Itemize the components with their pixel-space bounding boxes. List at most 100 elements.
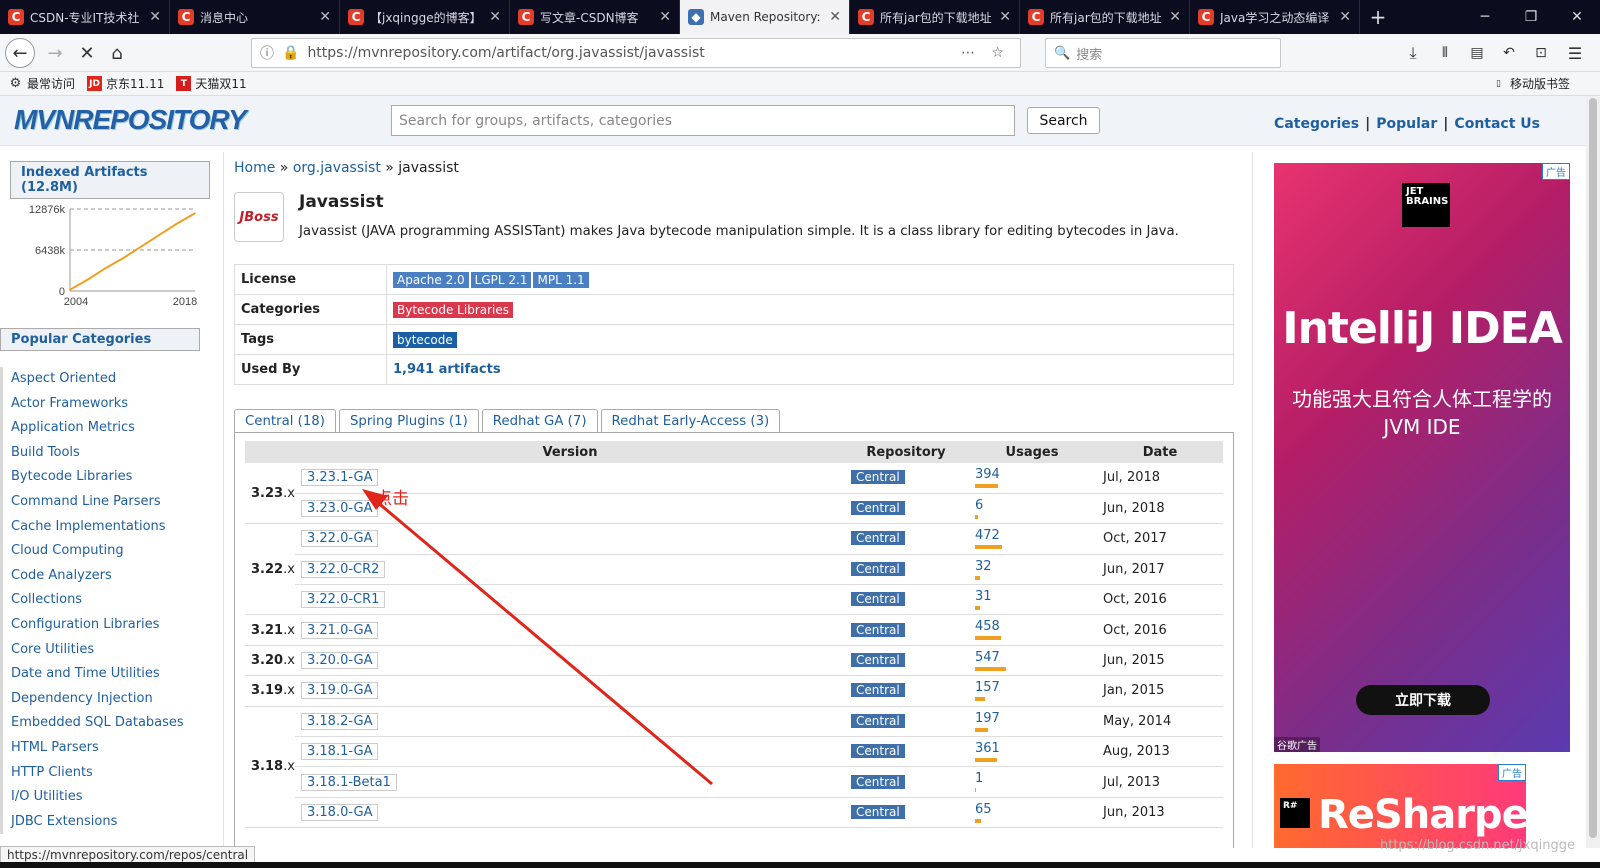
close-icon[interactable]: ✕: [659, 9, 671, 25]
new-tab-button[interactable]: +: [1360, 0, 1396, 34]
close-icon[interactable]: ✕: [829, 9, 841, 25]
version-link[interactable]: 3.23.1-GA: [301, 469, 379, 487]
categories-link[interactable]: Categories: [1274, 116, 1359, 132]
screenshot-icon[interactable]: ⊡: [1526, 38, 1556, 68]
version-link[interactable]: 3.18.2-GA: [301, 712, 379, 730]
site-search-input[interactable]: Search for groups, artifacts, categories: [391, 105, 1015, 136]
license-badge[interactable]: Apache 2.0: [393, 271, 469, 288]
usages-link[interactable]: 458: [975, 619, 1000, 634]
category-link[interactable]: HTML Parsers: [11, 736, 200, 761]
contact-us-link[interactable]: Contact Us: [1454, 116, 1540, 132]
usages-link[interactable]: 65: [975, 802, 992, 817]
restore-icon[interactable]: ❐: [1508, 0, 1554, 34]
browser-tab[interactable]: C 所有jar包的下载地址 ✕: [850, 0, 1020, 34]
browser-tab[interactable]: C 写文章-CSDN博客 ✕: [510, 0, 680, 34]
close-icon[interactable]: ✕: [999, 9, 1011, 25]
category-link[interactable]: HTTP Clients: [11, 761, 200, 786]
repo-tab[interactable]: Central (18): [234, 409, 336, 433]
version-link[interactable]: 3.19.0-GA: [301, 682, 379, 700]
repository-badge[interactable]: Central: [851, 804, 905, 819]
site-logo[interactable]: MVNREPOSITORY: [14, 104, 247, 136]
usedby-link[interactable]: 1,941 artifacts: [393, 362, 501, 377]
category-badge[interactable]: Bytecode Libraries: [393, 301, 514, 318]
bookmark-tmall[interactable]: T 天猫双11: [176, 75, 247, 92]
home-button[interactable]: ⌂: [102, 38, 132, 68]
repository-badge[interactable]: Central: [851, 622, 905, 637]
repository-badge[interactable]: Central: [851, 774, 905, 789]
category-link[interactable]: Cloud Computing: [11, 539, 200, 564]
page-actions-icon[interactable]: ⋯ ☆: [961, 45, 1010, 61]
browser-search-input[interactable]: 🔍 搜索: [1045, 38, 1281, 68]
browser-tab[interactable]: C Java学习之动态编译 ✕: [1190, 0, 1360, 34]
browser-tab[interactable]: C CSDN-专业IT技术社 ✕: [0, 0, 170, 34]
repo-tab[interactable]: Spring Plugins (1): [338, 409, 479, 433]
minimize-icon[interactable]: ─: [1462, 0, 1508, 34]
close-icon[interactable]: ✕: [1169, 9, 1181, 25]
category-link[interactable]: I/O Utilities: [11, 785, 200, 810]
tag-badge[interactable]: bytecode: [393, 331, 457, 348]
url-bar[interactable]: ⓘ 🔒 https://mvnrepository.com/artifact/o…: [251, 38, 1021, 68]
version-link[interactable]: 3.23.0-GA: [301, 500, 379, 518]
version-link[interactable]: 3.18.1-Beta1: [301, 773, 397, 791]
category-link[interactable]: JDBC Extensions: [11, 810, 200, 835]
popular-link[interactable]: Popular: [1376, 116, 1437, 132]
category-link[interactable]: Collections: [11, 588, 200, 613]
version-link[interactable]: 3.22.0-CR2: [301, 560, 386, 578]
forward-button[interactable]: →: [40, 38, 70, 68]
usages-link[interactable]: 6: [975, 498, 983, 513]
usages-link[interactable]: 31: [975, 589, 992, 604]
version-link[interactable]: 3.18.1-GA: [301, 743, 379, 761]
browser-tab[interactable]: ◆ Maven Repository: ✕: [680, 0, 850, 34]
browser-tab[interactable]: C 所有jar包的下载地址 ✕: [1020, 0, 1190, 34]
repository-badge[interactable]: Central: [851, 713, 905, 728]
category-link[interactable]: Date and Time Utilities: [11, 662, 200, 687]
category-link[interactable]: Cache Implementations: [11, 515, 200, 540]
category-link[interactable]: Aspect Oriented: [11, 367, 200, 392]
usages-link[interactable]: 547: [975, 650, 1000, 665]
browser-tab[interactable]: C 【jxqingge的博客】 ✕: [340, 0, 510, 34]
repository-badge[interactable]: Central: [851, 470, 905, 485]
info-icon[interactable]: ⓘ: [260, 43, 274, 63]
category-link[interactable]: Core Utilities: [11, 638, 200, 663]
category-link[interactable]: Configuration Libraries: [11, 613, 200, 638]
version-link[interactable]: 3.20.0-GA: [301, 652, 379, 670]
library-icon[interactable]: ⫴: [1430, 38, 1460, 68]
repository-badge[interactable]: Central: [851, 592, 905, 607]
usages-link[interactable]: 157: [975, 680, 1000, 695]
stop-button[interactable]: ✕: [72, 38, 102, 68]
repository-badge[interactable]: Central: [851, 683, 905, 698]
usages-link[interactable]: 394: [975, 467, 1000, 482]
close-icon[interactable]: ✕: [149, 9, 161, 25]
category-link[interactable]: Code Analyzers: [11, 564, 200, 589]
resharper-ad[interactable]: 广告 R# ReSharper: [1274, 764, 1526, 848]
bookmark-most-visited[interactable]: ⚙ 最常访问: [8, 75, 75, 92]
usages-link[interactable]: 361: [975, 741, 1000, 756]
close-window-icon[interactable]: ✕: [1554, 0, 1600, 34]
repository-badge[interactable]: Central: [851, 501, 905, 516]
category-link[interactable]: Application Metrics: [11, 416, 200, 441]
category-link[interactable]: Embedded SQL Databases: [11, 711, 200, 736]
breadcrumb-home[interactable]: Home: [234, 160, 275, 176]
version-link[interactable]: 3.22.0-CR1: [301, 591, 386, 609]
close-icon[interactable]: ✕: [1339, 9, 1351, 25]
license-badge[interactable]: MPL 1.1: [533, 271, 589, 288]
category-link[interactable]: Build Tools: [11, 441, 200, 466]
breadcrumb-group[interactable]: org.javassist: [293, 160, 381, 176]
download-icon[interactable]: ⤓: [1398, 38, 1428, 68]
repository-badge[interactable]: Central: [851, 561, 905, 576]
usages-link[interactable]: 197: [975, 711, 1000, 726]
category-link[interactable]: Dependency Injection: [11, 687, 200, 712]
close-icon[interactable]: ✕: [319, 9, 331, 25]
undo-icon[interactable]: ↶: [1494, 38, 1524, 68]
back-button[interactable]: ←: [5, 38, 35, 68]
intellij-ad[interactable]: 广告 JET BRAINS IntelliJ IDEA 功能强大且符合人体工程学…: [1274, 163, 1570, 752]
ad-tag[interactable]: 广告: [1498, 764, 1526, 781]
browser-tab[interactable]: C 消息中心 ✕: [170, 0, 340, 34]
version-link[interactable]: 3.22.0-GA: [301, 530, 379, 548]
ad-download-button[interactable]: 立即下载: [1356, 685, 1490, 715]
version-link[interactable]: 3.21.0-GA: [301, 621, 379, 639]
usages-link[interactable]: 32: [975, 559, 992, 574]
repository-badge[interactable]: Central: [851, 744, 905, 759]
repository-badge[interactable]: Central: [851, 653, 905, 668]
bookmark-jd[interactable]: JD 京东11.11: [87, 75, 164, 92]
